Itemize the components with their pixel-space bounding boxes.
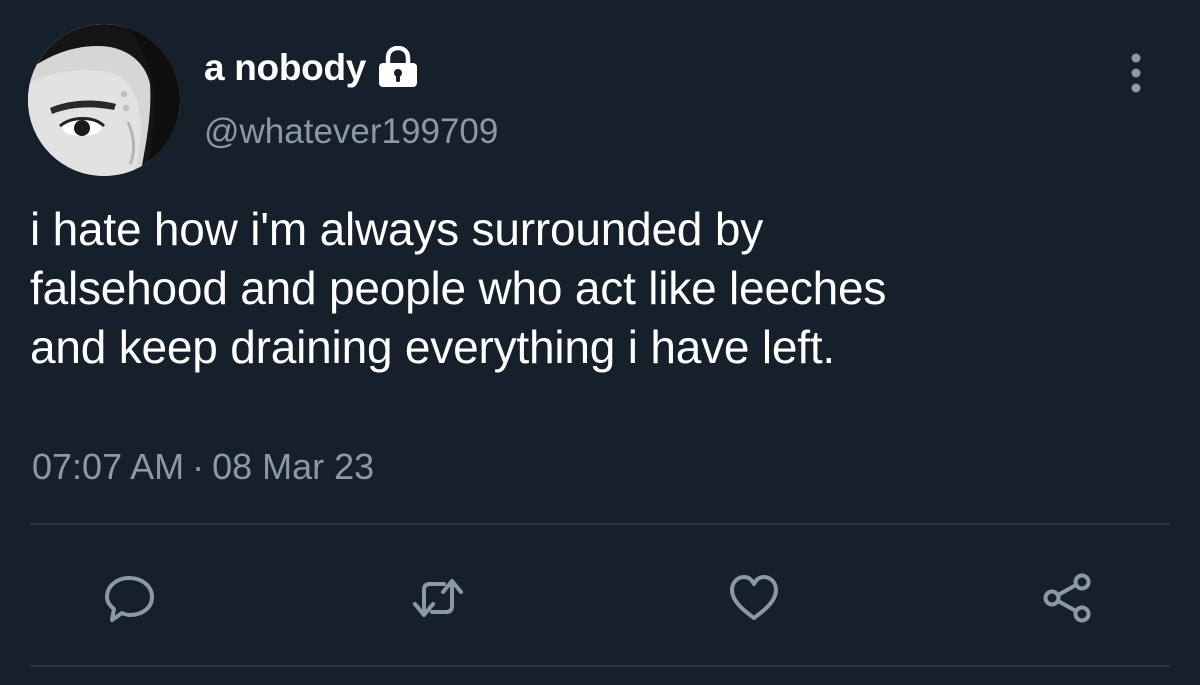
- reply-icon[interactable]: [102, 570, 158, 626]
- tweet-card: a nobody @whatever199709 i hate how i'm …: [0, 0, 1200, 685]
- timestamp-separator: ·: [192, 446, 205, 487]
- divider: [30, 523, 1170, 525]
- tweet-time[interactable]: 07:07 AM: [32, 446, 184, 487]
- timestamp: 07:07 AM · 08 Mar 23: [32, 446, 374, 488]
- like-icon[interactable]: [726, 570, 782, 626]
- name-row: a nobody: [204, 44, 420, 92]
- lock-icon: [376, 45, 420, 88]
- divider: [30, 665, 1170, 667]
- display-name[interactable]: a nobody: [204, 47, 366, 89]
- retweet-icon[interactable]: [410, 570, 466, 626]
- more-icon[interactable]: [1116, 50, 1156, 96]
- avatar[interactable]: [28, 24, 180, 176]
- user-handle[interactable]: @whatever199709: [204, 112, 498, 152]
- share-icon[interactable]: [1040, 570, 1096, 626]
- tweet-date[interactable]: 08 Mar 23: [212, 446, 374, 487]
- tweet-text: i hate how i'm always surrounded by fals…: [30, 203, 887, 373]
